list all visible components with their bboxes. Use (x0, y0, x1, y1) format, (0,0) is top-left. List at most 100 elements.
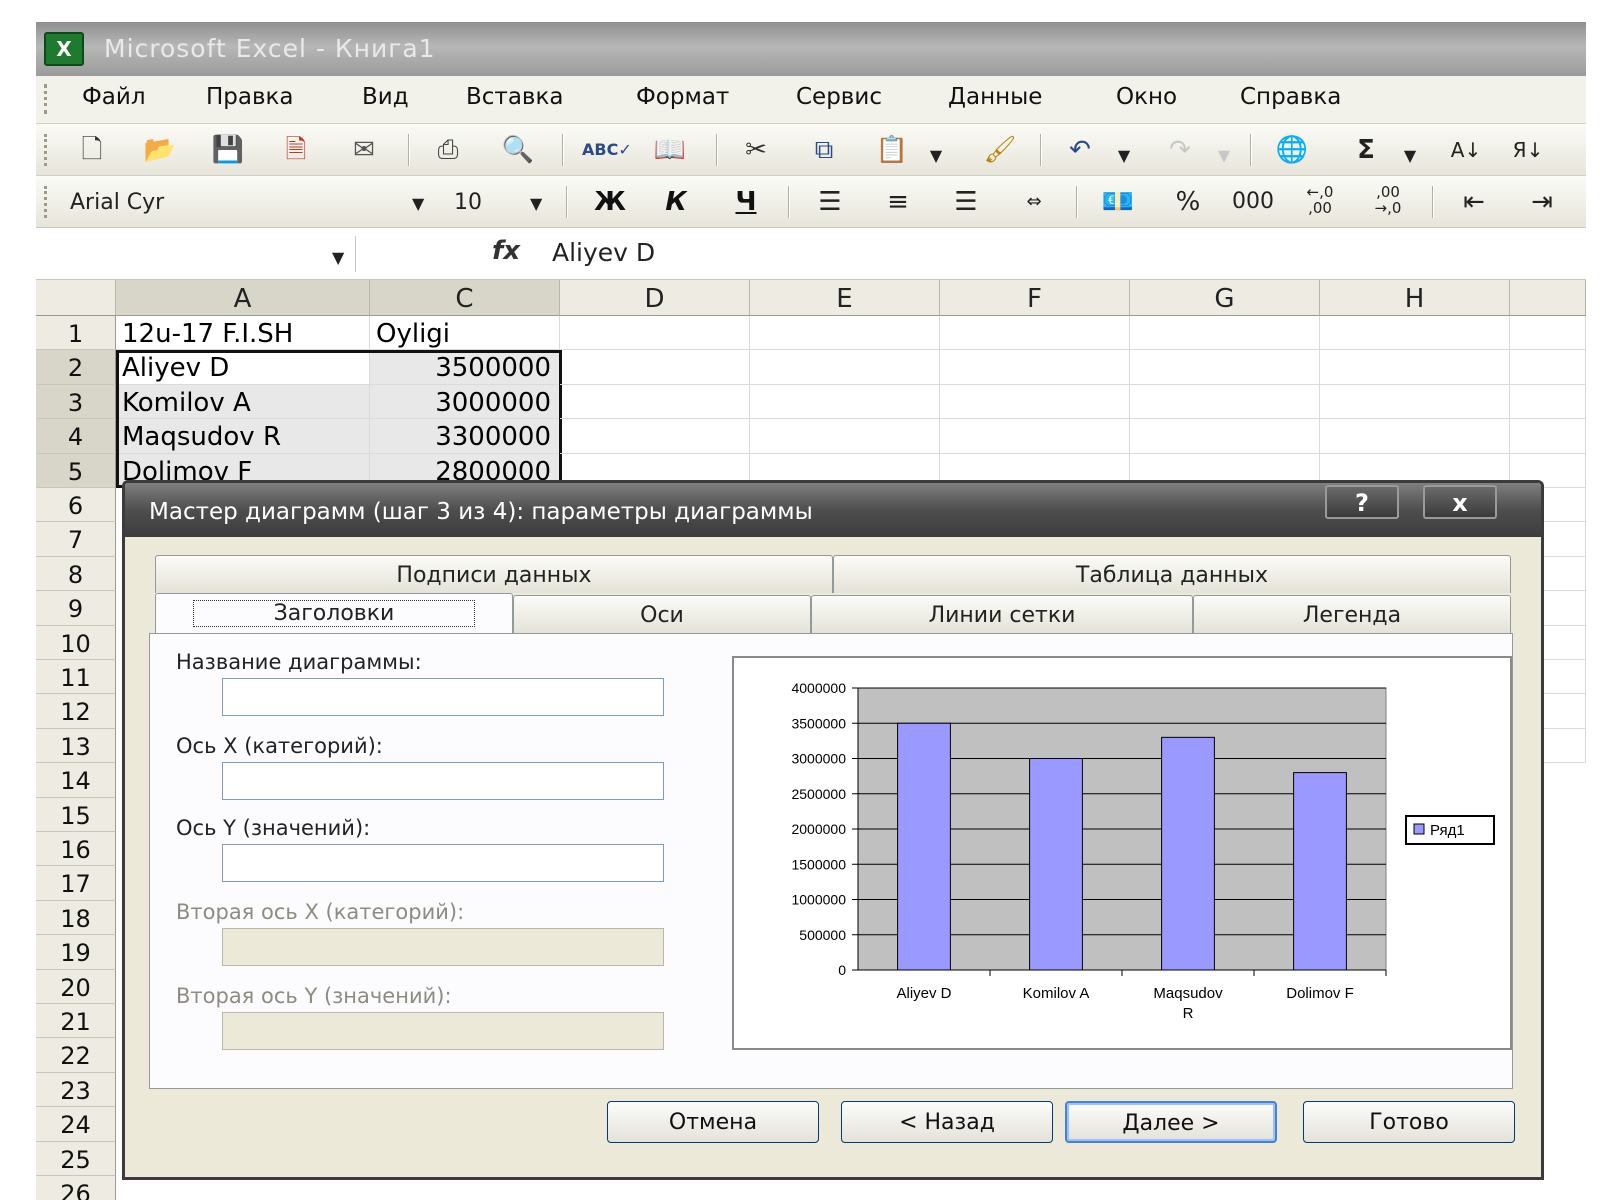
row-header[interactable]: 19 (36, 935, 116, 970)
grid-cell[interactable] (1320, 419, 1510, 454)
font-dropdown-icon[interactable]: ▼ (412, 194, 424, 213)
row-header[interactable]: 2 (36, 350, 116, 385)
currency-icon[interactable]: 💶 (1098, 184, 1138, 220)
name-box-dropdown-icon[interactable]: ▼ (332, 248, 344, 267)
row-header[interactable]: 3 (36, 384, 116, 420)
x-axis-title-input[interactable] (222, 762, 664, 800)
toolbar-grip[interactable] (44, 134, 48, 166)
row-header[interactable]: 26 (36, 1176, 116, 1200)
column-header-a[interactable]: A (116, 280, 370, 316)
column-header-e[interactable]: E (750, 280, 940, 316)
grid-cell[interactable] (940, 384, 1130, 420)
row-header[interactable]: 13 (36, 728, 116, 764)
grid-cell[interactable] (1510, 316, 1586, 351)
grid-cell[interactable] (1130, 419, 1320, 454)
grid-cell[interactable] (750, 384, 940, 420)
grid-cell[interactable] (560, 350, 750, 385)
row-header[interactable]: 20 (36, 969, 116, 1004)
row-header[interactable]: 17 (36, 866, 116, 901)
fmt-toolbar-grip[interactable] (44, 186, 48, 218)
align-center-icon[interactable]: ≡ (878, 184, 918, 220)
next-button[interactable]: Далее > (1065, 1101, 1277, 1143)
menu-data[interactable]: Данные (948, 84, 1042, 110)
name-box[interactable] (36, 236, 356, 272)
menu-help[interactable]: Справка (1240, 84, 1341, 110)
align-right-icon[interactable]: ☰ (946, 184, 986, 220)
autosum-dropdown-icon[interactable]: ▼ (1400, 138, 1420, 174)
tab-titles[interactable]: Заголовки (155, 593, 513, 633)
finish-button[interactable]: Готово (1303, 1101, 1515, 1143)
grid-cell[interactable] (1130, 384, 1320, 420)
menu-edit[interactable]: Правка (206, 84, 294, 110)
undo-dropdown-icon[interactable]: ▼ (1114, 138, 1134, 174)
merge-center-icon[interactable]: ⇔ (1014, 184, 1054, 220)
row-header[interactable]: 21 (36, 1004, 116, 1039)
menu-insert[interactable]: Вставка (466, 84, 563, 110)
paste-icon[interactable]: 📋 (872, 132, 912, 168)
grid-cell[interactable] (1320, 384, 1510, 420)
row-header[interactable]: 18 (36, 900, 116, 936)
copy-icon[interactable]: ⧉ (804, 132, 844, 168)
row-header[interactable]: 16 (36, 832, 116, 867)
grid-cell[interactable] (1320, 350, 1510, 385)
menu-file[interactable]: Файл (82, 84, 146, 110)
grid-cell[interactable] (1130, 350, 1320, 385)
size-dropdown-icon[interactable]: ▼ (530, 194, 542, 213)
row-header[interactable]: 23 (36, 1072, 116, 1108)
menu-format[interactable]: Формат (636, 84, 729, 110)
font-size-combo[interactable]: 10 (454, 186, 514, 220)
column-header-c[interactable]: C (370, 280, 560, 316)
sort-desc-icon[interactable]: Я↓ (1508, 132, 1548, 168)
open-icon[interactable]: 📂 (140, 132, 180, 168)
row-header[interactable]: 10 (36, 625, 116, 660)
insert-function-button[interactable]: fx (492, 236, 520, 266)
format-painter-icon[interactable]: 🖌 (980, 132, 1020, 168)
thousands-button[interactable]: 000 (1232, 184, 1274, 220)
row-header[interactable]: 4 (36, 419, 116, 454)
back-button[interactable]: < Назад (841, 1101, 1053, 1143)
hyperlink-icon[interactable]: 🌐 (1272, 132, 1312, 168)
row-header[interactable]: 24 (36, 1107, 116, 1142)
column-header-g[interactable]: G (1130, 280, 1320, 316)
grid-cell[interactable] (1320, 316, 1510, 351)
decrease-decimal-button[interactable]: ,00 →,0 (1368, 184, 1408, 220)
menu-tools[interactable]: Сервис (796, 84, 882, 110)
tab-axes[interactable]: Оси (513, 595, 811, 633)
row-header[interactable]: 15 (36, 797, 116, 832)
italic-button[interactable]: К (656, 184, 696, 220)
grid-cell[interactable] (1510, 350, 1586, 385)
underline-button[interactable]: Ч (726, 184, 766, 220)
select-all-corner[interactable] (36, 280, 116, 316)
column-header-f[interactable]: F (940, 280, 1130, 316)
grid-cell[interactable] (940, 316, 1130, 351)
column-header-next[interactable] (1510, 280, 1586, 316)
sort-asc-icon[interactable]: А↓ (1446, 132, 1486, 168)
row-header[interactable]: 8 (36, 556, 116, 592)
grid-cell[interactable] (940, 350, 1130, 385)
grid-cell[interactable] (560, 316, 750, 351)
row-header[interactable]: 14 (36, 763, 116, 798)
spelling-icon[interactable]: ABC✓ (582, 132, 632, 168)
row-header[interactable]: 12 (36, 694, 116, 729)
grid-cell[interactable] (750, 316, 940, 351)
cancel-button[interactable]: Отмена (607, 1101, 819, 1143)
chart-title-input[interactable] (222, 678, 664, 716)
bold-button[interactable]: Ж (590, 184, 630, 220)
tab-legend[interactable]: Легенда (1193, 595, 1511, 633)
row-header[interactable]: 25 (36, 1141, 116, 1176)
menu-view[interactable]: Вид (362, 84, 409, 110)
grid-cell[interactable] (560, 419, 750, 454)
menu-window[interactable]: Окно (1116, 84, 1177, 110)
print-preview-icon[interactable]: 🔍 (498, 132, 538, 168)
grid-cell[interactable] (940, 419, 1130, 454)
tab-data-table[interactable]: Таблица данных (833, 555, 1511, 593)
print-icon[interactable]: ⎙ (428, 132, 468, 168)
row-header[interactable]: 9 (36, 591, 116, 626)
tab-data-labels[interactable]: Подписи данных (155, 555, 833, 593)
formula-input[interactable]: Aliyev D (552, 238, 655, 267)
permission-icon[interactable]: 🗎 (276, 132, 316, 168)
decrease-indent-icon[interactable]: ⇤ (1454, 184, 1494, 220)
grid-cell[interactable] (1510, 419, 1586, 454)
paste-dropdown-icon[interactable]: ▼ (926, 138, 946, 174)
row-header[interactable]: 22 (36, 1038, 116, 1073)
